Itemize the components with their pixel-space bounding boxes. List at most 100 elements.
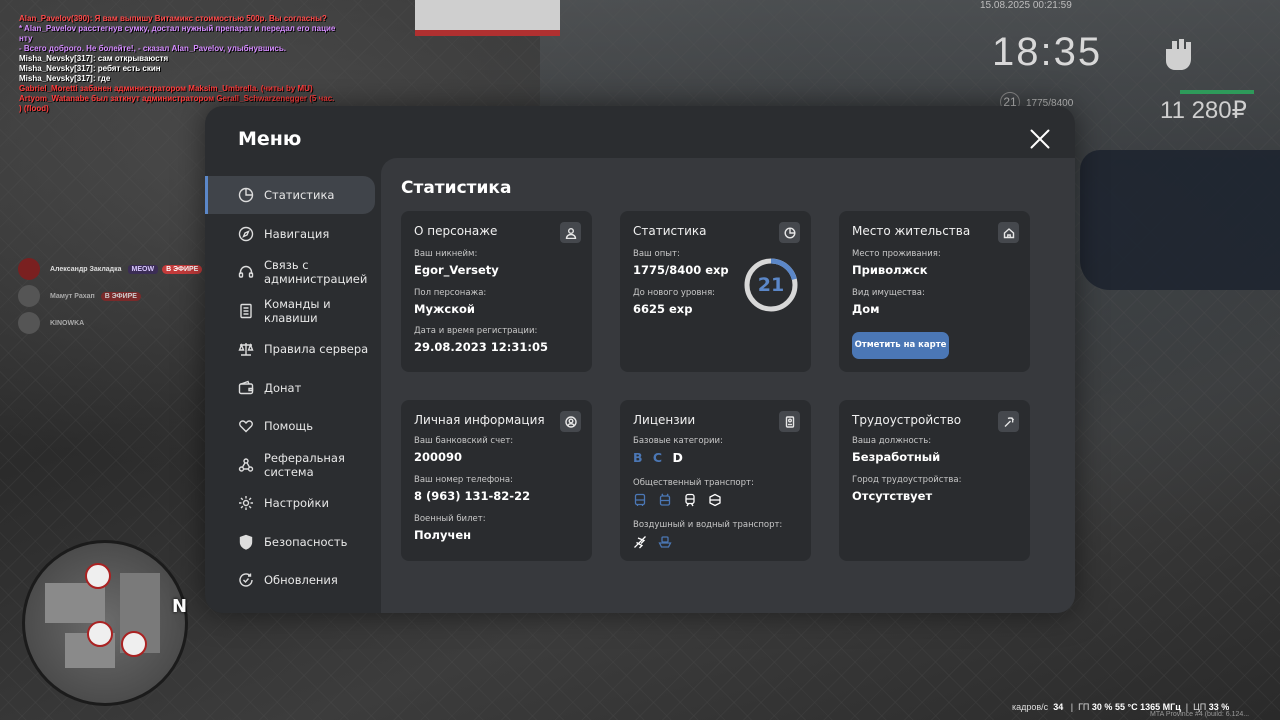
shield-icon [238, 534, 254, 550]
scales-icon [238, 341, 254, 357]
sidebar-item-label: Связь с администрацией [264, 258, 368, 286]
close-icon[interactable] [1029, 128, 1051, 150]
chat-line: Alan_Pavelov(390): Я вам выпишу Витамикс… [19, 14, 327, 23]
mark-on-map-button[interactable]: Отметить на карте [852, 332, 949, 359]
reg-label: Дата и время регистрации: [414, 326, 538, 336]
card-residence: Место жительства Место проживания: Приво… [839, 211, 1030, 372]
on-air-badge: В ЭФИРЕ [100, 291, 141, 301]
chat-line: * Alan_Pavelov расстегнув сумку, достал … [19, 24, 336, 43]
card-title: Трудоустройство [852, 413, 962, 427]
sidebar-item-label: Донат [264, 380, 302, 395]
hospital-icon [121, 631, 147, 657]
id-badge-icon [779, 411, 800, 432]
gpu-label: ГП [1078, 702, 1090, 712]
air-water-label: Воздушный и водный транспорт: [633, 520, 783, 530]
sidebar-item-support[interactable]: Связь с администрацией [205, 253, 381, 291]
sidebar-item-settings[interactable]: Настройки [205, 484, 381, 522]
user-icon [560, 222, 581, 243]
sidebar-item-navigation[interactable]: Навигация [205, 215, 381, 253]
north-indicator: N [172, 596, 188, 617]
plane-icon [633, 534, 647, 549]
next-level-value: 6625 exp [633, 302, 693, 316]
hospital-icon [87, 621, 113, 647]
air-water-icons [633, 534, 683, 549]
on-air-badge: В ЭФИРЕ [162, 264, 203, 274]
voice-row: Александр Закладка MEOW В ЭФИРЕ [18, 258, 203, 280]
job-city-label: Город трудоустройства: [852, 475, 962, 485]
hud-date: 15.08.2025 00:21:59 [980, 0, 1072, 11]
sidebar-item-donate[interactable]: Донат [205, 369, 381, 407]
reg-value: 29.08.2023 12:31:05 [414, 340, 548, 354]
gear-icon [238, 495, 254, 511]
sidebar-item-label: Настройки [264, 496, 329, 510]
bank-label: Ваш банковский счет: [414, 436, 514, 446]
card-title: Личная информация [414, 413, 545, 427]
sidebar-item-commands[interactable]: Команды и клавиши [205, 292, 381, 330]
gpu-load: 30 % [1091, 702, 1113, 712]
train-icon [683, 492, 697, 507]
card-licenses: Лицензии Базовые категории: B C D Общест… [620, 400, 811, 561]
card-personal: Личная информация Ваш банковский счет: 2… [401, 400, 592, 561]
page-title: Статистика [401, 178, 512, 198]
military-value: Получен [414, 528, 472, 542]
network-icon [238, 457, 254, 473]
boat-icon [658, 534, 672, 548]
card-employment: Трудоустройство Ваша должность: Безработ… [839, 400, 1030, 561]
pie-chart-icon [779, 222, 800, 243]
tram-icon [708, 492, 722, 507]
sidebar-item-statistics[interactable]: Статистика [205, 176, 375, 214]
public-transport-icons [633, 492, 733, 507]
fist-icon [1160, 35, 1196, 73]
bank-value: 200090 [414, 450, 463, 464]
sidebar-item-label: Безопасность [264, 534, 348, 549]
sidebar-item-referral[interactable]: Реферальная система [205, 446, 381, 484]
license-categories: B C D [633, 450, 689, 465]
base-categories-label: Базовые категории: [633, 436, 723, 446]
document-icon [238, 303, 254, 319]
sidebar: Статистика Навигация Связь с администрац… [205, 176, 381, 600]
game-building [415, 0, 560, 36]
hospital-icon [85, 563, 111, 589]
avatar [18, 285, 40, 307]
chat-log: Alan_Pavelov(390): Я вам выпишу Витамикс… [19, 14, 339, 114]
home-icon [998, 222, 1019, 243]
public-transport-label: Общественный транспорт: [633, 478, 754, 488]
sidebar-item-label: Реферальная система [264, 450, 345, 479]
military-label: Военный билет: [414, 514, 486, 524]
avatar [18, 312, 40, 334]
voice-tag: MEOW [127, 264, 159, 274]
sidebar-item-rules[interactable]: Правила сервера [205, 330, 381, 368]
gender-value: Мужской [414, 302, 475, 316]
position-value: Безработный [852, 450, 941, 464]
sidebar-item-security[interactable]: Безопасность [205, 523, 381, 561]
chat-line: Gabriel_Moretti забанен администратором … [19, 84, 313, 93]
health-bar [1180, 90, 1254, 94]
sidebar-item-label: Статистика [264, 188, 335, 202]
property-label: Вид имущества: [852, 288, 925, 298]
heart-hand-icon [238, 418, 254, 434]
sidebar-item-label: Обновления [264, 573, 338, 587]
sidebar-item-label: Навигация [264, 226, 330, 241]
pickaxe-icon [998, 411, 1019, 432]
refresh-check-icon [238, 572, 254, 588]
compass-icon [238, 226, 254, 242]
card-title: Место жительства [852, 224, 971, 238]
card-title: Лицензии [633, 413, 696, 427]
fps-value: 34 [1053, 702, 1064, 712]
sidebar-item-updates[interactable]: Обновления [205, 561, 381, 599]
sidebar-item-help[interactable]: Помощь [205, 407, 381, 445]
voice-name: Александр Закладка [50, 265, 122, 273]
card-title: Статистика [633, 224, 707, 238]
trolleybus-icon [658, 492, 672, 506]
exp-value: 1775/8400 exp [633, 263, 729, 277]
hud-time: 18:35 [992, 30, 1103, 74]
card-title: О персонаже [414, 224, 498, 238]
menu-title: Меню [238, 128, 302, 150]
avatar [18, 258, 40, 280]
chat-line: - Всего доброго. Не болейте!, - сказал A… [19, 44, 286, 53]
residence-value: Приволжск [852, 263, 928, 277]
exp-label: Ваш опыт: [633, 249, 680, 259]
voice-name: KINOWKA [50, 319, 85, 327]
level-number: 21 [757, 274, 785, 296]
chat-line: Misha_Nevsky[317]: где [19, 74, 111, 83]
